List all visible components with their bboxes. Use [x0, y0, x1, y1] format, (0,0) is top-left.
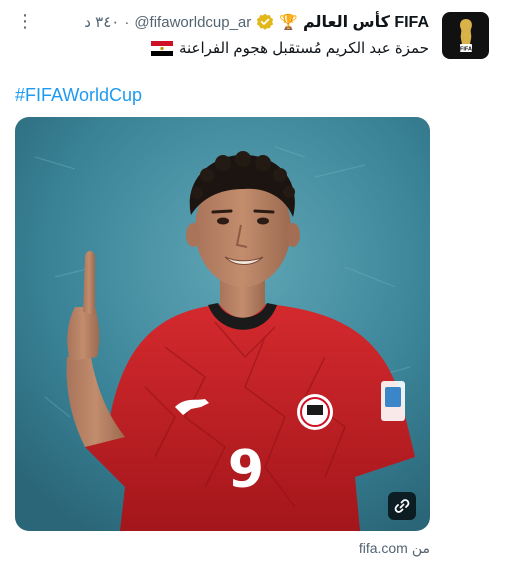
verified-badge-icon: [256, 13, 274, 31]
source-domain[interactable]: fifa.com: [359, 540, 408, 557]
trophy-emoji: 🏆: [279, 14, 298, 31]
hashtag-link[interactable]: #FIFAWorldCup: [15, 85, 142, 106]
tweet-text-line: حمزة عبد الكريم مُستقبل هجوم الفراعنة: [150, 37, 429, 59]
tweet-header: FIFA ⋮ كأس العالم FIFA 🏆 @fifaworldcup_a…: [0, 0, 505, 70]
separator: ·: [124, 13, 130, 31]
egypt-flag-icon: [150, 40, 173, 56]
author-line: كأس العالم FIFA 🏆 @fifaworldcup_ar · ٣٤٠…: [84, 11, 429, 33]
fifa-trophy-logo: FIFA: [459, 18, 472, 52]
author-name[interactable]: كأس العالم FIFA: [303, 12, 429, 32]
jersey-number: 9: [228, 440, 264, 500]
tweet-media-image[interactable]: 9: [15, 117, 430, 531]
link-icon[interactable]: [388, 492, 416, 520]
avatar[interactable]: FIFA: [442, 12, 489, 59]
avatar-label: FIFA: [460, 46, 472, 52]
tweet-text: حمزة عبد الكريم مُستقبل هجوم الفراعنة: [178, 40, 429, 57]
timestamp[interactable]: ٣٤٠ د: [84, 13, 119, 31]
link-source[interactable]: من fifa.com: [359, 540, 430, 557]
author-handle[interactable]: @fifaworldcup_ar: [134, 14, 251, 31]
player-photo: 9: [15, 117, 430, 531]
source-prefix: من: [411, 540, 430, 556]
more-options-icon[interactable]: ⋮: [16, 12, 34, 30]
